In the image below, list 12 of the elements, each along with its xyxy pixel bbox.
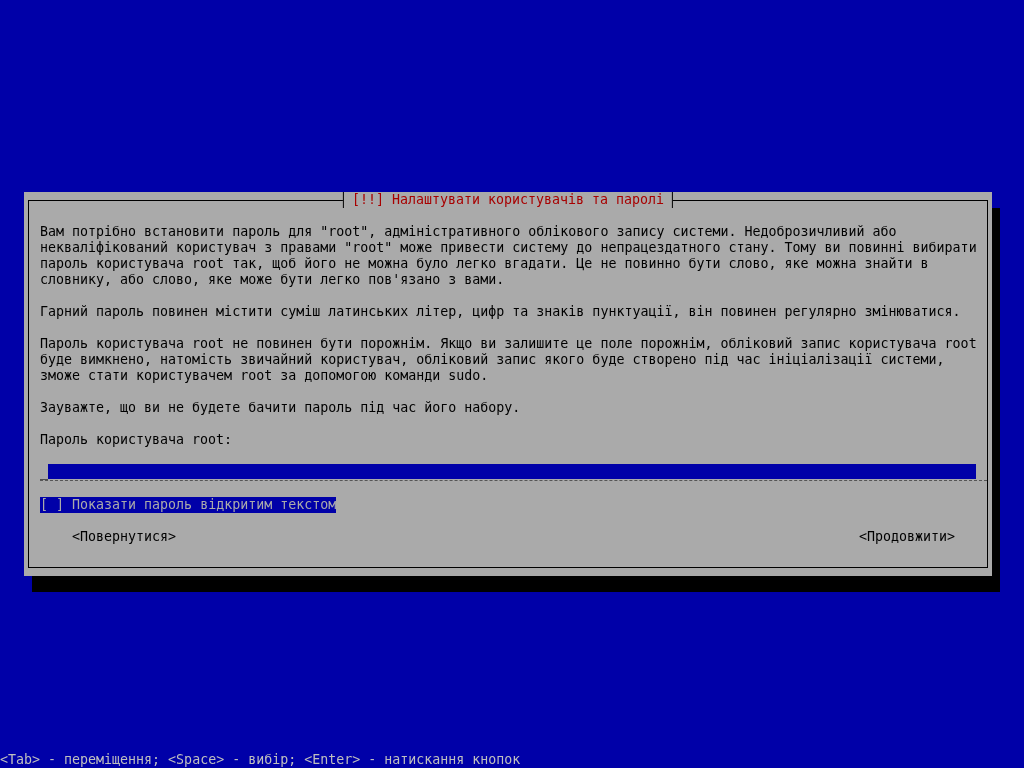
back-button[interactable]: <Повернутися> [72,529,177,545]
instruction-paragraph: Зауважте, що ви не будете бачити пароль під час його набору. [40,400,521,416]
instruction-paragraph: Вам потрібно встановити пароль для "root", адміністративного облікового запису системи. Недоброзичливий або некваліфікований користувач з правами "root" може привести систему до непрацездатного стану. Тому ви повинні вибирати пароль користувача root так, щоб його не можна було легко вгадати. Це не повинно бути слово, яке можна знайти в словнику, або слово, яке може бути легко пов'язано з вами. [40,224,977,288]
password-field[interactable] [48,464,976,479]
text-cursor: _ [40,464,48,480]
field-label: Пароль користувача root: [40,432,233,448]
dialog-title: [!!] Налаштувати користувачів та паролі [342,192,674,208]
key-hint-text: <Tab> - переміщення; <Space> - вибір; <Enter> - натискання кнопок [0,752,521,768]
continue-button[interactable]: <Продовжити> [858,529,955,545]
instruction-paragraph: Гарний пароль повинен містити суміш латинських літер, цифр та знаків пунктуації, він повинен регулярно змінюватися. [40,304,961,320]
show-password-checkbox[interactable]: [ ] Показати пароль відкритим текстом [40,497,337,513]
instruction-paragraph: Пароль користувача root не повинен бути порожнім. Якщо ви залишите це поле порожнім, обліковий запис користувача root буде вимкнено, натомість звичайний користувач, обліковий запис якого буде створено під час ініціалізації системи, зможе стати користувачем root за допомогою команди sudo. [40,336,977,384]
